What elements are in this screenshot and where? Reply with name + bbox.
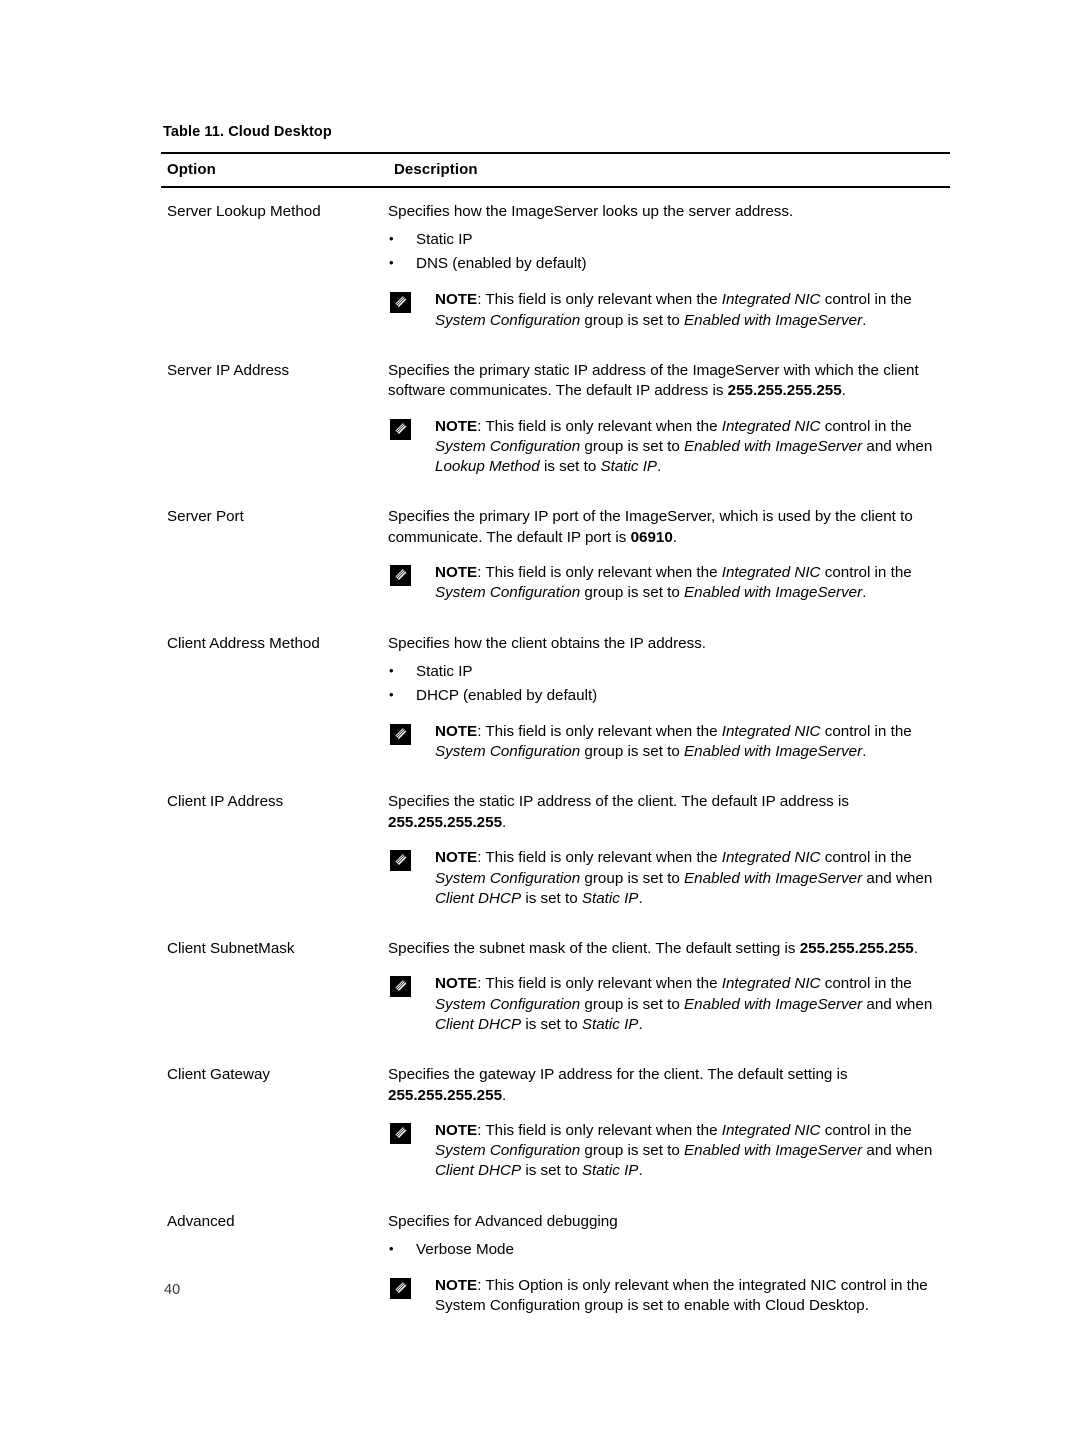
note-pencil-icon: [390, 565, 411, 587]
row-spacer: [161, 915, 950, 925]
note-label: NOTE: [435, 849, 478, 867]
option-name: Advanced: [167, 1212, 235, 1230]
option-description: Specifies how the ImageServer looks up t…: [388, 187, 950, 337]
column-header-description: Description: [388, 152, 950, 188]
table-caption-title: Cloud Desktop: [228, 124, 332, 140]
description-intro: Specifies the subnet mask of the client.…: [388, 940, 918, 957]
list-item: Static IP: [388, 229, 950, 251]
table-row: Server IP Address Specifies the primary …: [161, 347, 950, 484]
note-label: NOTE: [435, 1121, 478, 1139]
option-name: Server Port: [167, 508, 244, 526]
note-text: NOTE: This field is only relevant when t…: [435, 564, 912, 602]
note-label: NOTE: [435, 975, 478, 993]
row-spacer: [161, 337, 950, 347]
note-label: NOTE: [435, 723, 478, 741]
note-text: NOTE: This field is only relevant when t…: [435, 975, 933, 1033]
option-name: Client Address Method: [167, 634, 320, 652]
cloud-desktop-options-table: Option Description Server Lookup Method …: [161, 152, 950, 1322]
note-label: NOTE: [435, 291, 478, 309]
option-description: Specifies the subnet mask of the client.…: [388, 925, 950, 1041]
default-value: 255.255.255.255: [388, 1086, 503, 1104]
table-caption-number: Table 11.: [163, 124, 225, 140]
list-item: Static IP: [388, 661, 950, 683]
row-spacer: [161, 1188, 950, 1198]
note-block: NOTE: This field is only relevant when t…: [388, 848, 950, 909]
note-pencil-icon: [390, 976, 411, 998]
table-body: Server Lookup Method Specifies how the I…: [161, 187, 950, 1322]
note-text: NOTE: This field is only relevant when t…: [435, 723, 912, 761]
description-intro: Specifies how the client obtains the IP …: [388, 634, 707, 652]
note-block: NOTE: This field is only relevant when t…: [388, 290, 950, 330]
page-number: 40: [164, 1282, 181, 1298]
option-name: Client Gateway: [167, 1066, 270, 1084]
note-text: NOTE: This field is only relevant when t…: [435, 849, 933, 907]
option-description: Specifies the primary static IP address …: [388, 347, 950, 484]
description-bullet-list: Static IP DHCP (enabled by default): [388, 661, 950, 707]
option-name: Client IP Address: [167, 793, 284, 811]
table-header: Option Description: [161, 152, 950, 188]
note-block: NOTE: This field is only relevant when t…: [388, 1121, 950, 1182]
option-description: Specifies for Advanced debugging Verbose…: [388, 1198, 950, 1323]
table-row: Server Port Specifies the primary IP por…: [161, 493, 950, 609]
note-label: NOTE: [435, 417, 478, 435]
note-block: NOTE: This field is only relevant when t…: [388, 722, 950, 762]
note-text: NOTE: This field is only relevant when t…: [435, 417, 933, 476]
note-pencil-icon: [390, 850, 411, 872]
table-row: Client Gateway Specifies the gateway IP …: [161, 1051, 950, 1188]
column-header-option: Option: [161, 152, 388, 188]
row-spacer: [161, 1041, 950, 1051]
row-spacer: [161, 610, 950, 620]
row-spacer: [161, 483, 950, 493]
table-caption: Table 11. Cloud Desktop: [163, 124, 332, 140]
option-description: Specifies the primary IP port of the Ima…: [388, 493, 950, 609]
option-description: Specifies the static IP address of the c…: [388, 778, 950, 915]
option-name: Client SubnetMask: [167, 940, 295, 957]
description-intro: Specifies how the ImageServer looks up t…: [388, 203, 794, 220]
option-name: Server IP Address: [167, 361, 290, 379]
description-bullet-list: Verbose Mode: [388, 1239, 950, 1261]
row-spacer: [161, 768, 950, 778]
table-row: Advanced Specifies for Advanced debuggin…: [161, 1198, 950, 1323]
note-block: NOTE: This Option is only relevant when …: [388, 1276, 950, 1316]
list-item: DHCP (enabled by default): [388, 685, 950, 707]
option-name: Server Lookup Method: [167, 203, 321, 220]
option-description: Specifies the gateway IP address for the…: [388, 1051, 950, 1188]
note-block: NOTE: This field is only relevant when t…: [388, 974, 950, 1035]
note-text: NOTE: This Option is only relevant when …: [435, 1277, 928, 1314]
list-item: DNS (enabled by default): [388, 253, 950, 275]
note-block: NOTE: This field is only relevant when t…: [388, 563, 950, 603]
note-label: NOTE: [435, 564, 478, 582]
note-label: NOTE: [435, 1277, 478, 1295]
description-bullet-list: Static IP DNS (enabled by default): [388, 229, 950, 275]
description-intro: Specifies the primary static IP address …: [388, 361, 919, 400]
description-intro: Specifies the static IP address of the c…: [388, 793, 849, 831]
description-intro: Specifies for Advanced debugging: [388, 1212, 618, 1230]
note-pencil-icon: [390, 724, 411, 746]
default-value: 255.255.255.255: [727, 382, 842, 400]
list-item: Verbose Mode: [388, 1239, 950, 1261]
default-value: 255.255.255.255: [388, 813, 503, 831]
note-pencil-icon: [390, 292, 411, 314]
table-header-row: Option Description: [161, 152, 950, 188]
note-block: NOTE: This field is only relevant when t…: [388, 417, 950, 478]
note-body: : This Option is only relevant when the …: [435, 1277, 928, 1315]
table-row: Client IP Address Specifies the static I…: [161, 778, 950, 915]
table-row: Client SubnetMask Specifies the subnet m…: [161, 925, 950, 1041]
document-page: Table 11. Cloud Desktop Option Descripti…: [0, 0, 1080, 1434]
description-intro: Specifies the gateway IP address for the…: [388, 1066, 848, 1104]
description-intro: Specifies the primary IP port of the Ima…: [388, 508, 913, 546]
option-description: Specifies how the client obtains the IP …: [388, 620, 950, 769]
note-text: NOTE: This field is only relevant when t…: [435, 291, 912, 329]
note-text: NOTE: This field is only relevant when t…: [435, 1121, 933, 1180]
default-value: 255.255.255.255: [799, 940, 914, 957]
default-value: 06910: [630, 528, 673, 546]
note-pencil-icon: [390, 1122, 411, 1144]
note-pencil-icon: [390, 1278, 411, 1300]
table-row: Server Lookup Method Specifies how the I…: [161, 187, 950, 337]
note-pencil-icon: [390, 418, 411, 440]
table-row: Client Address Method Specifies how the …: [161, 620, 950, 769]
